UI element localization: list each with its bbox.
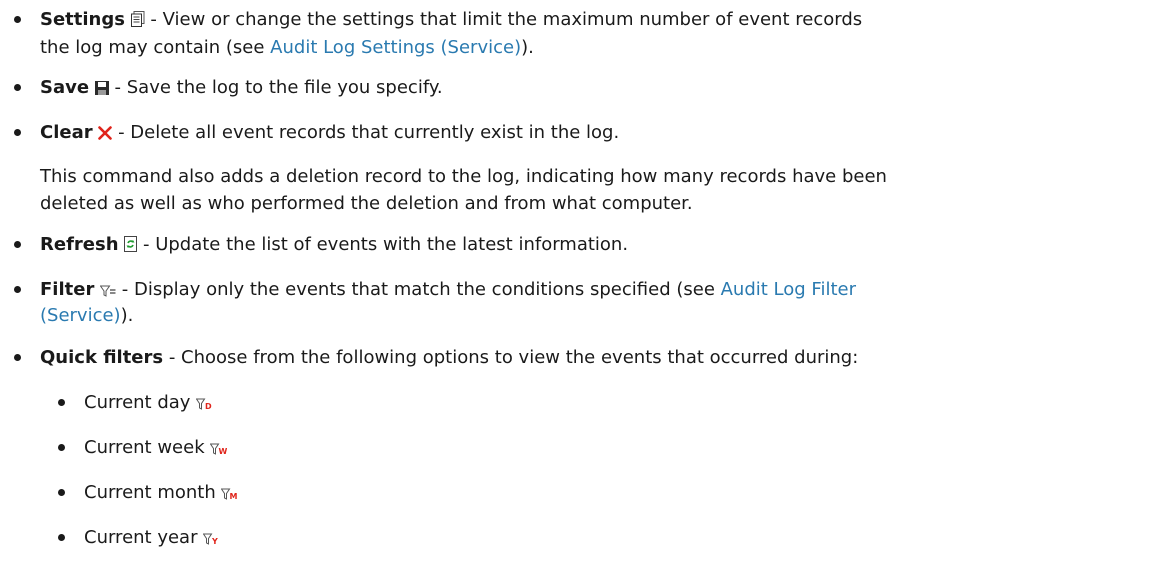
filter-week-icon: W — [210, 443, 227, 455]
settings-item-line2: the log may contain (see Audit Log Setti… — [40, 37, 534, 59]
clear-item: Clear - Delete all event records that cu… — [40, 122, 619, 144]
sub-bullet — [58, 534, 65, 541]
filter-term: Filter — [40, 279, 95, 300]
quick-filter-label: Current year — [84, 527, 198, 548]
refresh-item: Refresh - Update the list of events with… — [40, 234, 628, 256]
filter-day-icon: D — [196, 398, 212, 410]
settings-desc-1: - View or change the settings that limit… — [144, 9, 863, 30]
refresh-desc: - Update the list of events with the lat… — [137, 234, 629, 255]
quick-filters-desc: - Choose from the following options to v… — [163, 347, 859, 368]
quick-filter-letter: M — [230, 492, 238, 500]
save-term: Save — [40, 77, 90, 98]
audit-log-filter-link-continued[interactable]: (Service) — [40, 305, 121, 326]
quick-filter-option: Current week W — [84, 437, 227, 459]
quick-filter-letter: W — [219, 447, 228, 455]
bullet — [14, 129, 21, 136]
filter-month-icon: M — [221, 488, 238, 500]
filter-item-line2: (Service)). — [40, 305, 133, 327]
settings-term: Settings — [40, 9, 125, 30]
audit-log-settings-link[interactable]: Audit Log Settings (Service) — [270, 37, 521, 58]
refresh-term: Refresh — [40, 234, 119, 255]
clear-note-line1: This command also adds a deletion record… — [40, 166, 887, 187]
clear-term: Clear — [40, 122, 93, 143]
settings-item: Settings - View or change the settings t… — [40, 9, 862, 31]
bullet — [14, 16, 21, 23]
save-item: Save - Save the log to the file you spec… — [40, 77, 443, 99]
sub-bullet — [58, 489, 65, 496]
settings-properties-icon — [130, 11, 145, 27]
settings-desc-2: the log may contain (see — [40, 37, 271, 58]
bullet — [14, 354, 21, 361]
clear-desc: - Delete all event records that currentl… — [112, 122, 620, 143]
quick-filter-option: Current year Y — [84, 527, 219, 549]
refresh-icon — [124, 236, 138, 252]
quick-filter-option: Current day D — [84, 392, 212, 414]
quick-filters-item: Quick filters - Choose from the followin… — [40, 347, 858, 369]
filter-item: Filter - Display only the events that ma… — [40, 279, 856, 301]
sub-bullet — [58, 399, 65, 406]
save-disk-icon — [94, 81, 109, 95]
quick-filter-label: Current month — [84, 482, 216, 503]
filter-desc-2: ). — [120, 305, 134, 326]
quick-filter-letter: D — [205, 402, 212, 410]
bullet — [14, 241, 21, 248]
quick-filter-label: Current week — [84, 437, 205, 458]
audit-log-filter-link[interactable]: Audit Log Filter — [721, 279, 856, 300]
filter-year-icon: Y — [203, 533, 218, 545]
bullet — [14, 286, 21, 293]
quick-filter-option: Current month M — [84, 482, 238, 504]
help-document: Settings - View or change the settings t… — [0, 0, 1167, 588]
clear-note-line2: deleted as well as who performed the del… — [40, 193, 693, 214]
save-desc: - Save the log to the file you specify. — [108, 77, 443, 98]
filter-icon — [100, 285, 116, 297]
quick-filter-label: Current day — [84, 392, 191, 413]
quick-filters-term: Quick filters — [40, 347, 164, 368]
clear-x-icon — [98, 126, 113, 140]
quick-filter-letter: Y — [211, 537, 218, 545]
filter-desc-1: - Display only the events that match the… — [116, 279, 721, 300]
sub-bullet — [58, 444, 65, 451]
settings-desc-3: ). — [521, 37, 534, 58]
bullet — [14, 84, 21, 91]
